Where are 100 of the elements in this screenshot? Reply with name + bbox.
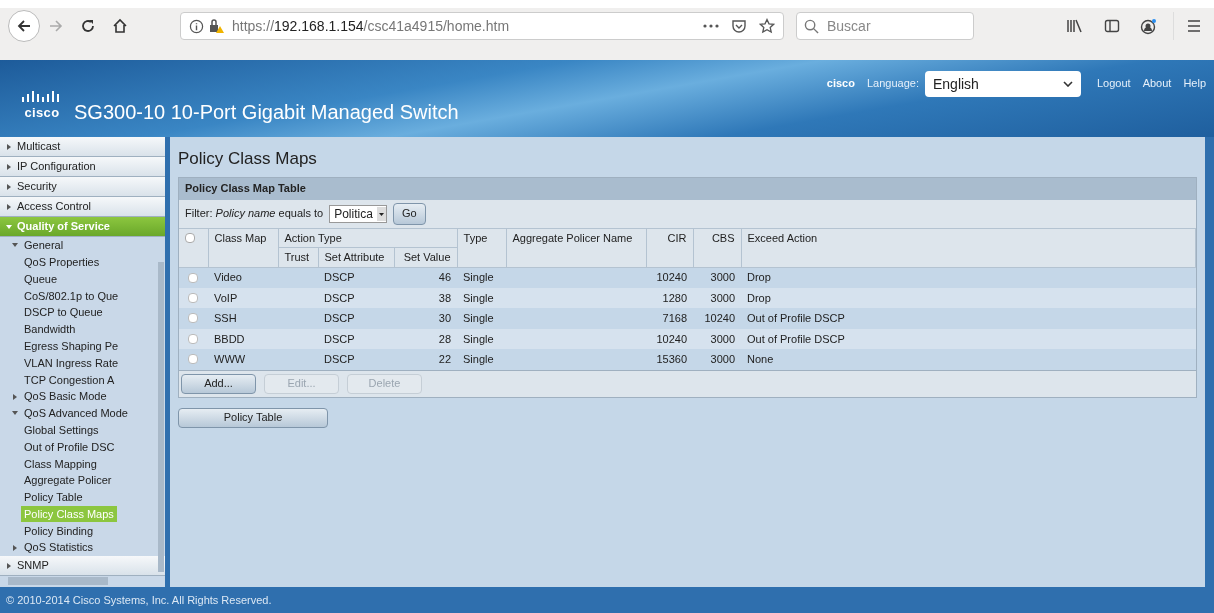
nav-item[interactable]: Queue [0,270,165,288]
table-cell: DSCP [318,308,394,329]
home-icon[interactable] [112,18,128,34]
nav-item[interactable]: Policy Table [0,488,165,506]
language-label: Language: [866,76,919,91]
table-cell: BBDD [208,328,278,349]
username-text: cisco [826,76,855,91]
collapsed-triangle-icon [12,393,18,400]
info-icon[interactable] [189,18,204,34]
collapsed-triangle-icon [6,183,12,190]
table-cell: 7168 [646,308,693,329]
table-cell: Single [457,349,506,370]
table-cell: WWW [208,349,278,370]
select-all-checkbox[interactable] [185,232,195,243]
nav-item[interactable]: Aggregate Policer [0,472,165,489]
nav-item[interactable]: Policy Binding [0,522,165,540]
column-header: CBS [693,228,741,267]
chevron-down-icon [1062,81,1073,87]
nav-section[interactable]: Access Control [0,197,165,217]
sidebar-icon[interactable] [1104,18,1120,34]
table-cell: 46 [394,267,457,288]
filter-dropdown[interactable]: Politica [329,204,387,223]
row-checkbox[interactable] [188,292,198,303]
table-cell: DSCP [318,328,394,349]
table-cell: 3000 [693,287,741,308]
scrollbar[interactable] [8,577,108,585]
table-cell: VoIP [208,287,278,308]
row-checkbox[interactable] [188,272,198,283]
table-cell: 22 [394,349,457,370]
header-link[interactable]: Help [1183,75,1206,92]
menu-icon[interactable] [1186,19,1202,33]
back-icon [16,18,32,34]
table-cell: Out of Profile DSCP [741,308,1196,329]
nav-item[interactable]: QoS Advanced Mode [0,404,165,422]
table-cell: DSCP [318,349,394,370]
nav-item[interactable]: QoS Basic Mode [0,388,165,405]
page-title: Policy Class Maps [178,148,318,170]
language-dropdown[interactable]: English [924,71,1081,97]
collapsed-triangle-icon [6,143,12,150]
table-cell: 30 [394,308,457,329]
table-cell: Video [208,267,278,288]
table-cell: None [741,349,1196,370]
nav-item[interactable]: QoS Statistics [0,539,165,557]
row-checkbox[interactable] [188,354,198,365]
collapsed-triangle-icon [6,203,12,210]
nav-item[interactable]: Class Mapping [0,455,165,473]
cisco-bars-icon [22,90,62,105]
nav-item[interactable]: CoS/802.1p to Que [0,287,165,305]
pocket-icon[interactable] [731,18,747,34]
reload-icon[interactable] [80,18,96,34]
lock-warning-icon[interactable] [208,18,224,34]
table-cell: Drop [741,287,1196,308]
nav-item[interactable]: Global Settings [0,421,165,439]
action-button[interactable]: Add... [181,373,256,394]
nav-section[interactable]: Multicast [0,137,165,157]
nav-item[interactable]: Out of Profile DSC [0,438,165,456]
back-button[interactable] [8,10,40,42]
nav-item[interactable]: VLAN Ingress Rate [0,354,165,372]
policy-table-button[interactable]: Policy Table [178,407,328,428]
nav-section[interactable]: Security [0,177,165,197]
table-cell: DSCP [318,287,394,308]
table-cell: 1280 [646,287,693,308]
nav-section[interactable]: IP Configuration [0,157,165,177]
column-header: Aggregate Policer Name [506,228,646,267]
nav-item[interactable]: General [0,237,165,254]
library-icon[interactable] [1066,18,1084,34]
nav-item[interactable]: Egress Shaping Pe [0,337,165,355]
panel-title: Policy Class Map Table [179,177,1196,200]
collapsed-triangle-icon [12,544,18,551]
filter-text: Filter: Policy name equals to [185,206,324,222]
table-cell: Out of Profile DSCP [741,328,1196,349]
address-bar[interactable]: https://192.168.1.154/csc41a4915/home.htm [180,12,784,40]
row-checkbox[interactable] [188,333,198,344]
star-icon[interactable] [759,18,775,34]
search-field[interactable]: Buscar [796,12,974,40]
more-icon[interactable] [703,23,719,29]
header-link[interactable]: About [1142,75,1172,92]
table-cell: SSH [208,308,278,329]
column-header: Type [457,228,506,267]
table-cell: Single [457,267,506,288]
expanded-triangle-icon [6,223,12,230]
url-text: https://192.168.1.154/csc41a4915/home.htm [232,16,510,36]
nav-item[interactable]: Bandwidth [0,321,165,338]
table-cell: 10240 [646,328,693,349]
go-button[interactable]: Go [392,202,426,225]
nav-item[interactable]: TCP Congestion A [0,371,165,389]
table-cell: 38 [394,287,457,308]
table-cell: Drop [741,267,1196,288]
table-cell: 10240 [646,267,693,288]
scrollbar[interactable] [158,262,164,572]
account-icon[interactable] [1140,17,1157,35]
nav-section[interactable]: SNMP [0,556,165,577]
header-link[interactable]: Logout [1096,75,1131,92]
table-cell: 15360 [646,349,693,370]
table-cell: 3000 [693,328,741,349]
column-header: CIR [646,228,693,267]
table-cell: 28 [394,328,457,349]
row-checkbox[interactable] [188,313,198,324]
nav-item[interactable]: DSCP to Queue [0,304,165,321]
nav-item[interactable]: QoS Properties [0,253,165,271]
